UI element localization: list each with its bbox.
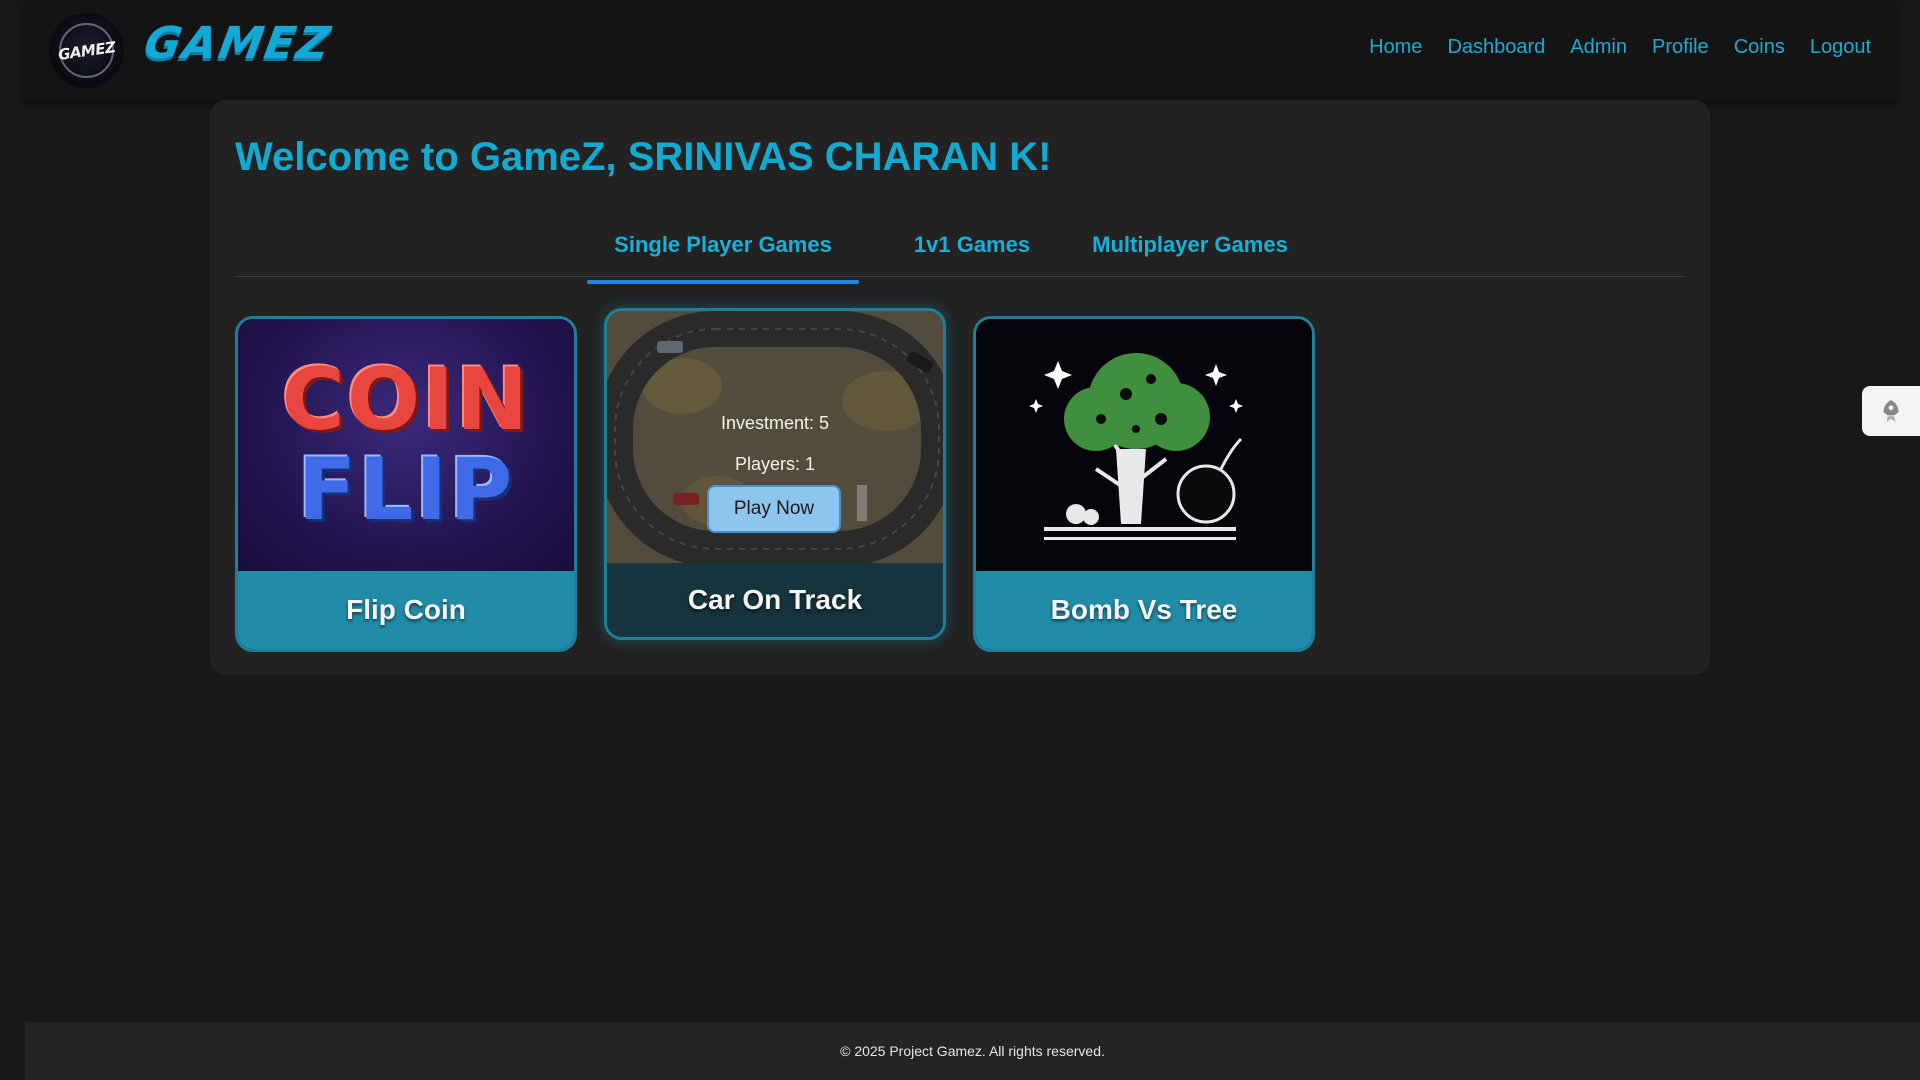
thumb-text-coin: COIN xyxy=(281,350,531,450)
game-card-title: Bomb Vs Tree xyxy=(976,571,1312,649)
play-now-button[interactable]: Play Now xyxy=(707,485,841,533)
investment-text: Investment: 5 xyxy=(720,413,830,433)
page-title: Welcome to GameZ, SRINIVAS CHARAN K! xyxy=(235,135,1052,179)
bomb-tree-image xyxy=(976,319,1312,571)
flip-coin-thumbnail: COIN FLIP xyxy=(238,319,574,571)
game-card-bomb-vs-tree[interactable]: Bomb Vs Tree xyxy=(973,316,1315,652)
car-on-track-thumbnail: Investment: 5 Players: 1 Play Now xyxy=(607,311,943,563)
brand-name[interactable]: GAMEZ xyxy=(141,18,336,69)
nav-profile[interactable]: Profile xyxy=(1652,36,1709,59)
copyright-text: © 2025 Project Gamez. All rights reserve… xyxy=(840,1043,1105,1059)
game-card-car-on-track[interactable]: Investment: 5 Players: 1 Play Now Car On… xyxy=(604,308,946,640)
nav-dashboard[interactable]: Dashboard xyxy=(1447,36,1545,59)
side-feedback-widget[interactable] xyxy=(1862,386,1920,436)
main-panel: Welcome to GameZ, SRINIVAS CHARAN K! Sin… xyxy=(210,100,1710,675)
navbar: GAMEZ GAMEZ Home Dashboard Admin Profile… xyxy=(25,0,1895,100)
thumb-text-flip: FLIP xyxy=(297,440,515,540)
tab-single-player[interactable]: Single Player Games xyxy=(587,210,859,284)
game-card-title: Flip Coin xyxy=(238,571,574,649)
logo[interactable]: GAMEZ xyxy=(49,13,124,88)
nav-home[interactable]: Home xyxy=(1369,36,1422,59)
bomb-vs-tree-thumbnail xyxy=(976,319,1312,571)
nav-admin[interactable]: Admin xyxy=(1570,36,1627,59)
tab-multiplayer[interactable]: Multiplayer Games xyxy=(1085,210,1295,280)
rocket-icon xyxy=(1883,400,1899,422)
players-text: Players: 1 xyxy=(734,454,816,474)
nav-links: Home Dashboard Admin Profile Coins Logou… xyxy=(1369,36,1871,59)
game-card-title: Car On Track xyxy=(607,563,943,637)
nav-logout[interactable]: Logout xyxy=(1810,36,1871,59)
tab-1v1[interactable]: 1v1 Games xyxy=(907,210,1037,280)
nav-coins[interactable]: Coins xyxy=(1734,36,1785,59)
footer: © 2025 Project Gamez. All rights reserve… xyxy=(25,1022,1920,1080)
game-card-flip-coin[interactable]: COIN FLIP Flip Coin xyxy=(235,316,577,652)
